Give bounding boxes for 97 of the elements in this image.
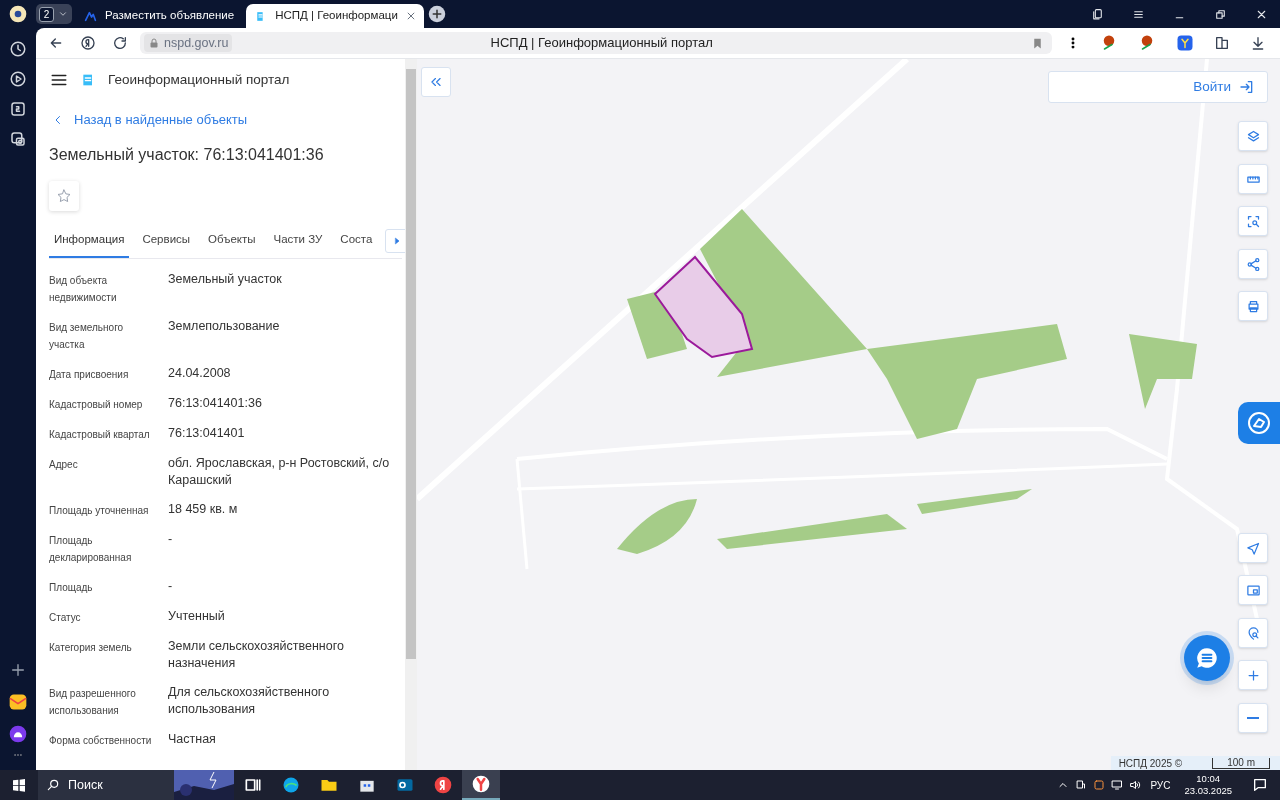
login-button[interactable]: Войти (1048, 71, 1268, 103)
field-value: 76:13:041401 (168, 424, 246, 442)
camera-icon[interactable] (9, 130, 27, 148)
zoom-in-icon (1245, 667, 1261, 683)
plus-icon[interactable] (10, 662, 26, 678)
notification-icon[interactable] (1252, 777, 1268, 793)
field-value: Для сельскохозяйственного использования (168, 683, 331, 718)
tab[interactable]: Объекты (203, 224, 261, 258)
star-icon (56, 187, 72, 204)
back-link[interactable]: Назад в найденные объекты (52, 110, 248, 130)
area-search-button[interactable] (1238, 206, 1268, 236)
tab[interactable]: Информация (49, 224, 130, 258)
area-search-icon (1245, 213, 1261, 229)
field-label: Дата присвоения (49, 367, 130, 382)
layers-button[interactable] (1238, 121, 1268, 151)
back-icon[interactable] (48, 35, 64, 51)
browser-logo-icon[interactable] (8, 4, 28, 24)
play-icon[interactable] (9, 70, 27, 88)
field-label: Площадь уточненная (49, 503, 150, 518)
network-icon[interactable] (1111, 779, 1124, 791)
chevron-down-icon (58, 9, 68, 19)
extension-icon[interactable] (1176, 34, 1194, 52)
browser-tab[interactable]: Разместить объявление (76, 4, 243, 28)
restore-icon[interactable] (1214, 7, 1227, 21)
tabs-icon[interactable] (1091, 7, 1104, 21)
field-label: Категория земель (49, 640, 133, 655)
layers-icon (1245, 128, 1261, 144)
clock-date[interactable]: 23.03.2025 (1184, 785, 1232, 797)
attribution-text: НСПД 2025 © (1118, 756, 1183, 770)
share-button[interactable] (1238, 249, 1268, 279)
share-icon (1245, 256, 1261, 272)
bookmark-icon[interactable] (1031, 36, 1044, 50)
tab[interactable]: Части ЗУ (268, 224, 328, 258)
feedback-tab-button[interactable] (1238, 402, 1280, 444)
field-value: 24.04.2008 (168, 364, 232, 382)
page-title: НСПД | Геоинформационный портал (489, 34, 714, 53)
clock-time[interactable]: 10:04 (1196, 773, 1221, 785)
device-icon[interactable] (1075, 779, 1088, 791)
search-icon (46, 778, 60, 792)
field-value: обл. Ярославская, р-н Ростовский, с/о Карашский (168, 454, 391, 489)
minimap-button[interactable] (1238, 575, 1268, 605)
reload-icon[interactable] (112, 35, 128, 51)
field-label: Площадь (49, 580, 94, 595)
zoom-out-button[interactable] (1238, 703, 1268, 733)
print-icon (1245, 298, 1261, 314)
field-value: Землепользование (168, 317, 281, 335)
field-label: Вид разрешенного использования (49, 686, 137, 718)
field-label: Вид объекта недвижимости (49, 273, 118, 305)
field-value: - (168, 530, 174, 548)
counter-icon[interactable] (9, 100, 27, 118)
field-value: 76:13:041401:36 (168, 394, 263, 412)
new-tab-icon[interactable] (427, 5, 446, 23)
scrollbar[interactable] (405, 59, 417, 770)
ruler-button[interactable] (1238, 164, 1268, 194)
portal-title: Геоинформационный портал (108, 70, 290, 89)
browser-tab[interactable]: НСПД | Геоинформаци (246, 4, 424, 28)
search-field[interactable]: Поиск (38, 770, 234, 800)
site-icon (84, 9, 97, 23)
download-icon[interactable] (1250, 35, 1266, 51)
location-icon (1245, 540, 1261, 556)
minimap-icon (1245, 582, 1261, 598)
field-label: Вид земельного участка (49, 320, 125, 352)
volume-icon[interactable] (1129, 779, 1142, 791)
assistant-icon[interactable] (8, 724, 28, 744)
location-button[interactable] (1238, 533, 1268, 563)
tab[interactable]: Соста (335, 224, 378, 258)
collapse-panel-button[interactable] (421, 67, 451, 97)
field-value: - (168, 577, 174, 595)
field-label: Кадастровый квартал (49, 427, 151, 442)
field-value: Учтенный (168, 607, 226, 625)
tab-group-button[interactable]: 2 (36, 4, 72, 24)
login-icon (1239, 79, 1255, 95)
field-label: Статус (49, 610, 82, 625)
field-label: Кадастровый номер (49, 397, 144, 412)
field-value: 18 459 кв. м (168, 500, 239, 518)
object-heading: Земельный участок: 76:13:041401:36 (49, 144, 325, 165)
field-value: Земельный участок (168, 270, 283, 288)
field-label: Форма собственности (49, 733, 153, 748)
address-bar[interactable]: nspd.gov.ru НСПД | Геоинформационный портал (140, 32, 1052, 54)
find-place-button[interactable] (1238, 618, 1268, 648)
field-value: Частная (168, 730, 217, 748)
caret-right-icon (393, 237, 402, 245)
language-indicator[interactable]: РУС (1150, 777, 1171, 793)
double-chevron-left-icon (429, 75, 443, 89)
lock-icon (148, 37, 160, 49)
field-label: Адрес (49, 457, 79, 472)
scale-bar: 100 m (1212, 757, 1270, 769)
url-text: nspd.gov.ru (164, 34, 229, 52)
clock-icon[interactable] (9, 40, 27, 58)
tab-count: 2 (39, 6, 54, 22)
field-value: Земли сельскохозяйственного назначения (168, 637, 345, 672)
tab[interactable]: Сервисы (137, 224, 196, 258)
chat-icon (1194, 645, 1220, 671)
print-button[interactable] (1238, 291, 1268, 321)
mail-icon[interactable] (8, 692, 28, 712)
field-label: Площадь декларированная (49, 533, 133, 565)
windows-start-icon[interactable] (11, 777, 27, 793)
